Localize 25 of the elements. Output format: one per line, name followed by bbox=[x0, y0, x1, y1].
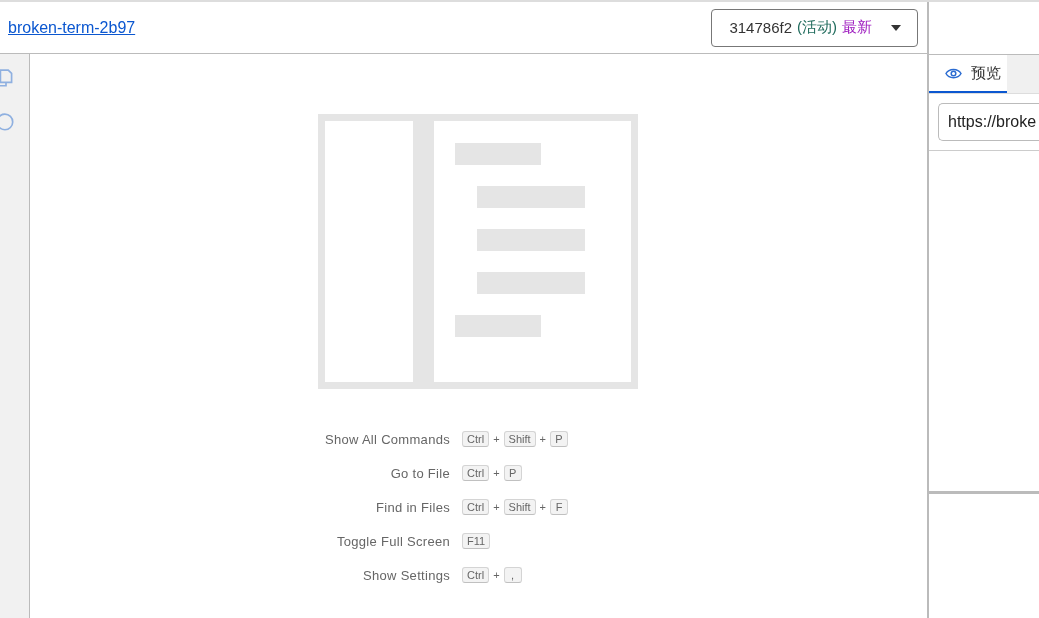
key-cap: P bbox=[550, 431, 568, 447]
plus-sign: + bbox=[493, 501, 500, 513]
shortcut-label: Show Settings bbox=[363, 567, 450, 583]
key-cap: F11 bbox=[462, 533, 491, 549]
version-dropdown[interactable]: 314786f2 (活动) 最新 bbox=[711, 8, 918, 47]
plus-sign: + bbox=[539, 433, 546, 445]
key-cap: Shift bbox=[503, 499, 536, 515]
key-cap: Ctrl bbox=[462, 465, 490, 481]
project-link[interactable]: broken-term-2b97 bbox=[8, 18, 136, 37]
key-cap: Ctrl bbox=[462, 431, 490, 447]
shortcut-label: Go to File bbox=[390, 465, 450, 481]
shortcut-label: Find in Files bbox=[376, 499, 450, 515]
key-cap: Ctrl bbox=[462, 499, 490, 515]
plus-sign: + bbox=[539, 501, 546, 513]
shortcut-label: Show All Commands bbox=[324, 431, 450, 447]
plus-sign: + bbox=[493, 569, 500, 581]
key-cap: Ctrl bbox=[462, 567, 490, 583]
plus-sign: + bbox=[493, 467, 500, 479]
key-cap: Shift bbox=[503, 431, 536, 447]
shortcut-label: Toggle Full Screen bbox=[336, 533, 450, 549]
key-cap: , bbox=[503, 567, 522, 583]
url-field[interactable]: https://broke bbox=[938, 103, 1039, 141]
key-cap: F bbox=[550, 499, 568, 515]
key-cap: P bbox=[503, 465, 522, 481]
plus-sign: + bbox=[493, 433, 500, 445]
